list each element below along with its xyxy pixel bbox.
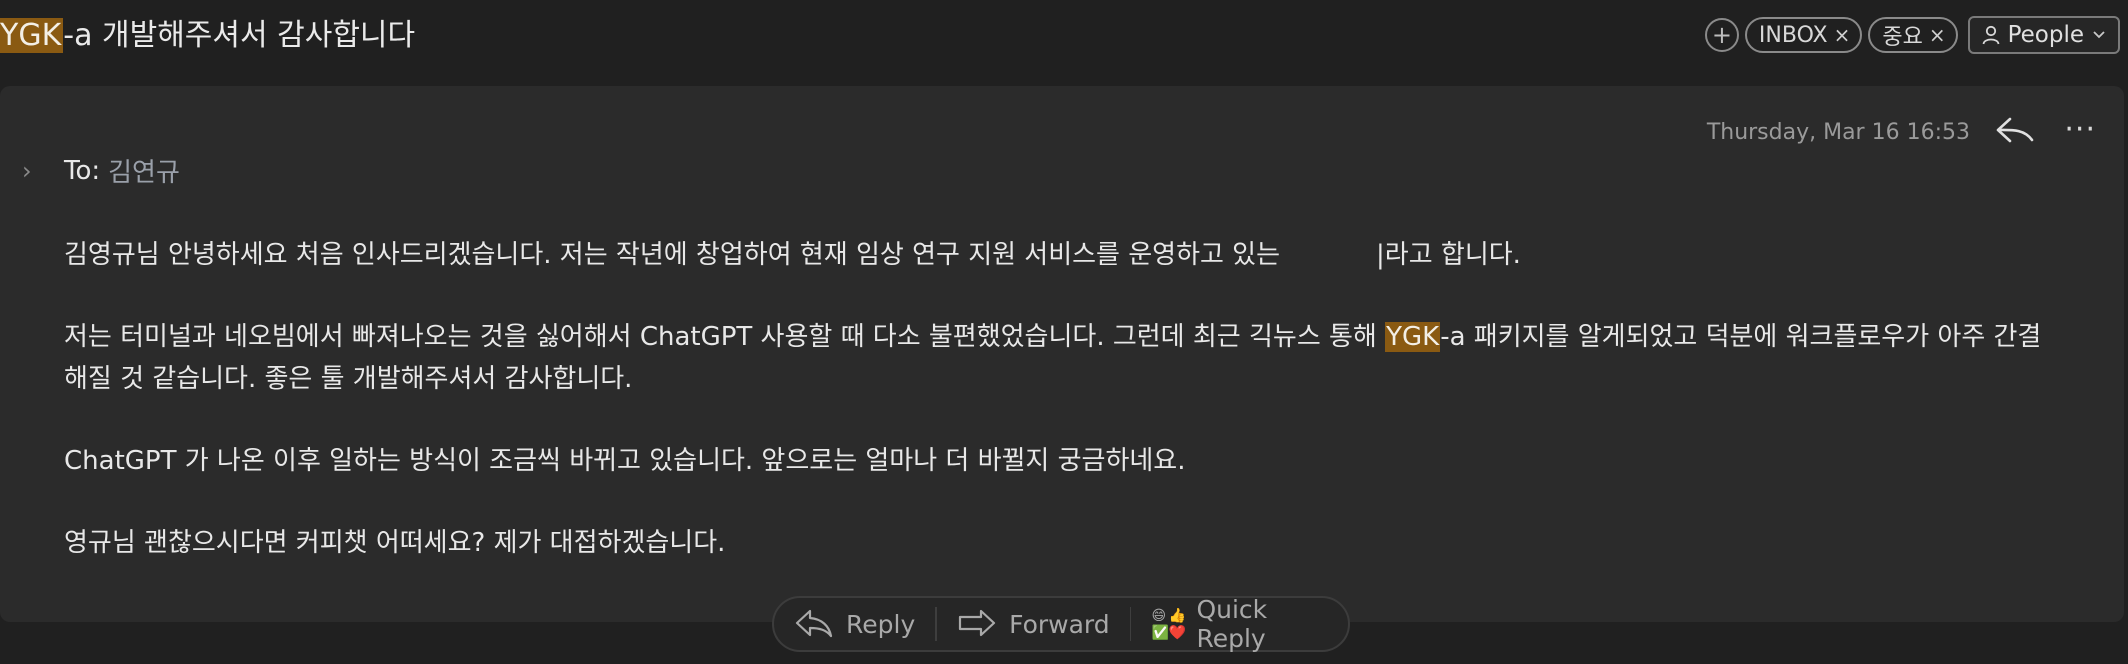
- check-emoji-icon: ✅: [1151, 624, 1169, 641]
- person-icon: [1982, 25, 1999, 45]
- to-label: To:: [64, 155, 101, 186]
- search-highlight: YGK: [0, 18, 64, 53]
- quick-reply-emoji-icon: 😄 👍 ✅ ❤️: [1151, 607, 1186, 641]
- search-highlight: YGK: [1385, 322, 1441, 352]
- quick-reply-label: Quick Reply: [1196, 595, 1268, 653]
- paragraph: 저는 터미널과 네오빔에서 빠져나오는 것을 싫어해서 ChatGPT 사용할 …: [64, 316, 2064, 400]
- tag-label: 중요: [1882, 25, 1923, 50]
- message-body: 김영규님 안녕하세요 처음 인사드리겠습니다. 저는 작년에 창업하여 현재 임…: [64, 234, 2064, 604]
- subject-text: -a 개발해주셔서 감사합니다: [63, 18, 416, 53]
- tag-important[interactable]: 중요 ×: [1868, 17, 1958, 53]
- tag-inbox[interactable]: INBOX ×: [1744, 17, 1863, 53]
- thumbs-up-emoji-icon: 👍: [1168, 607, 1186, 624]
- tag-bar: + INBOX × 중요 × People: [1704, 16, 2120, 54]
- reply-icon[interactable]: [1994, 110, 2036, 152]
- message-header: YGK-a 개발해주셔서 감사합니다 + INBOX × 중요 × People: [0, 0, 2128, 74]
- action-bar: Reply Forward 😄 👍 ✅ ❤️ Quick Reply: [772, 595, 1350, 653]
- forward-button[interactable]: Forward: [937, 598, 1130, 650]
- remove-tag-icon[interactable]: ×: [1834, 23, 1851, 47]
- reply-icon: [795, 609, 833, 638]
- chevron-right-icon[interactable]: ›: [22, 157, 64, 185]
- quick-reply-button[interactable]: 😄 👍 ✅ ❤️ Quick Reply: [1131, 595, 1348, 653]
- people-label: People: [2007, 22, 2084, 48]
- paragraph-text: 김영규님 안녕하세요 처음 인사드리겠습니다. 저는 작년에 창업하여 현재 임…: [64, 240, 1281, 270]
- paragraph: 김영규님 안녕하세요 처음 인사드리겠습니다. 저는 작년에 창업하여 현재 임…: [64, 234, 2064, 276]
- heart-emoji-icon: ❤️: [1168, 624, 1186, 641]
- paragraph-text: |라고 합니다.: [1376, 240, 1521, 270]
- people-button[interactable]: People: [1967, 16, 2120, 54]
- reply-label: Reply: [846, 609, 916, 639]
- add-tag-button[interactable]: +: [1704, 18, 1739, 52]
- tag-label: INBOX: [1758, 22, 1828, 48]
- message-date: Thursday, Mar 16 16:53: [1706, 120, 1970, 145]
- paragraph: ChatGPT 가 나온 이후 일하는 방식이 조금씩 바뀌고 있습니다. 앞으…: [64, 446, 1186, 476]
- chevron-down-icon: [2093, 31, 2105, 39]
- plus-icon: +: [1711, 21, 1732, 49]
- smile-emoji-icon: 😄: [1151, 607, 1167, 624]
- recipient-row: › To: 김연규: [22, 152, 180, 189]
- recipient-name[interactable]: 김연규: [108, 152, 180, 189]
- more-options-icon[interactable]: ···: [2064, 112, 2096, 147]
- reply-button[interactable]: Reply: [774, 598, 935, 650]
- message-card: Thursday, Mar 16 16:53 ··· › To: 김연규 김영규…: [0, 86, 2124, 622]
- forward-label: Forward: [1009, 609, 1110, 639]
- paragraph-text: 저는 터미널과 네오빔에서 빠져나오는 것을 싫어해서 ChatGPT 사용할 …: [64, 322, 1386, 352]
- remove-tag-icon[interactable]: ×: [1929, 23, 1946, 47]
- forward-icon: [958, 609, 996, 637]
- paragraph: 영규님 괜찮으시다면 커피챗 어떠세요? 제가 대접하겠습니다.: [64, 528, 726, 558]
- subject-title: YGK-a 개발해주셔서 감사합니다: [0, 14, 415, 58]
